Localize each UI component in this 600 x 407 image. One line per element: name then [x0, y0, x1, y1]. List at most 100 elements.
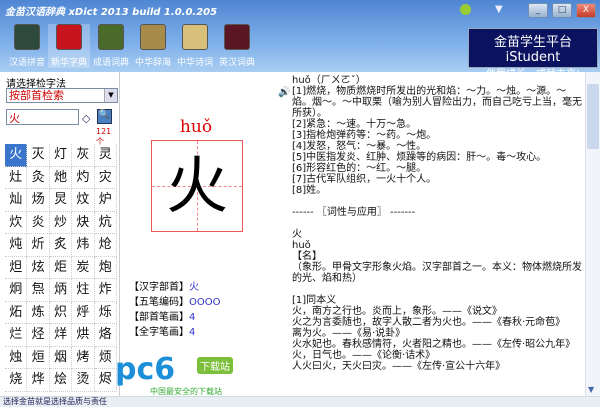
method-value: 按部首检索: [9, 89, 64, 102]
char-cell[interactable]: 烀: [72, 301, 95, 324]
menu-dropdown-icon[interactable]: ▼: [495, 4, 503, 15]
toolbar-label: 汉语拼音: [8, 58, 45, 68]
watermark-logo: pc6: [115, 352, 176, 387]
char-cell[interactable]: 灾: [94, 166, 117, 189]
char-cell[interactable]: 炝: [94, 234, 117, 257]
char-cell[interactable]: 炕: [94, 211, 117, 234]
char-cell[interactable]: 烟: [49, 346, 73, 369]
char-cell[interactable]: 烧: [5, 369, 28, 392]
minimize-button[interactable]: _: [528, 3, 548, 18]
char-cell[interactable]: 烫: [72, 369, 95, 392]
char-cell[interactable]: 烊: [49, 324, 73, 347]
char-cell[interactable]: 烛: [5, 346, 28, 369]
scroll-down-icon[interactable]: ▼: [588, 385, 594, 394]
char-cell[interactable]: 炅: [49, 189, 73, 212]
maximize-button[interactable]: □: [552, 3, 572, 18]
char-cell[interactable]: 炳: [49, 279, 73, 302]
character-box: 火: [151, 140, 243, 232]
char-cell[interactable]: 灺: [49, 166, 73, 189]
search-input[interactable]: 火: [6, 109, 79, 125]
char-cell[interactable]: 炎: [27, 211, 50, 234]
title-bar: 金苗汉语辞典 xDict 2013 build 1.0.0.205 ▼ _ □ …: [0, 0, 600, 80]
char-cell[interactable]: 灰: [72, 144, 95, 167]
char-cell[interactable]: 烤: [72, 346, 95, 369]
dictionary-icon: [56, 24, 82, 50]
char-cell[interactable]: 灶: [5, 166, 28, 189]
info-row: 【五笔编码】OOOO: [129, 293, 220, 308]
char-cell[interactable]: 火: [5, 144, 28, 167]
eraser-icon[interactable]: ◇: [82, 112, 90, 125]
char-cell[interactable]: 炻: [5, 301, 28, 324]
toolbar-label: 中华辞海: [134, 58, 171, 68]
toolbar-item[interactable]: 新华字典: [48, 24, 90, 68]
char-cell[interactable]: 炆: [72, 189, 95, 212]
char-cell[interactable]: 灼: [72, 166, 95, 189]
toolbar-label: 新华字典: [50, 58, 87, 68]
istudent-banner[interactable]: 金苗学生平台iStudent 伴我成长，成就未来!: [468, 28, 598, 80]
dictionary-icon: [224, 24, 250, 50]
method-select[interactable]: 按部首检索 ▼: [6, 88, 118, 103]
char-cell[interactable]: 灭: [27, 144, 50, 167]
char-cell[interactable]: 烜: [27, 346, 50, 369]
char-cell[interactable]: 炽: [49, 301, 73, 324]
char-cell[interactable]: 烨: [27, 369, 50, 392]
char-cell[interactable]: 烩: [49, 369, 73, 392]
char-cell[interactable]: 烦: [94, 346, 117, 369]
char-cell[interactable]: 炊: [5, 211, 28, 234]
toolbar-label: 英汉词典: [218, 58, 255, 68]
char-cell[interactable]: 灵: [94, 144, 117, 167]
banner-title: 金苗学生平台iStudent: [493, 35, 572, 65]
char-cell[interactable]: 炰: [27, 279, 50, 302]
pinyin: huǒ: [179, 117, 213, 137]
info-label: 【部首笔画】: [129, 312, 189, 323]
char-cell[interactable]: 炀: [27, 189, 50, 212]
char-cell[interactable]: 炘: [27, 234, 50, 257]
char-cell[interactable]: 烘: [72, 324, 95, 347]
toolbar-item[interactable]: 汉语拼音: [6, 24, 48, 68]
scroll-thumb[interactable]: [587, 84, 599, 149]
char-cell[interactable]: 炉: [94, 189, 117, 212]
char-cell[interactable]: 炖: [5, 234, 28, 257]
char-cell[interactable]: 炬: [49, 256, 73, 279]
chevron-down-icon[interactable]: ▼: [104, 89, 117, 102]
char-cell[interactable]: 炸: [94, 279, 117, 302]
char-cell[interactable]: 炙: [49, 234, 73, 257]
speaker-icon[interactable]: 🔊: [278, 87, 290, 98]
char-cell[interactable]: 烙: [94, 324, 117, 347]
char-cell[interactable]: 烁: [94, 301, 117, 324]
info-value: 4: [189, 312, 196, 323]
toolbar-item[interactable]: 英汉词典: [216, 24, 258, 68]
char-cell[interactable]: 烃: [27, 324, 50, 347]
close-button[interactable]: X: [576, 3, 596, 18]
char-cell[interactable]: 炭: [72, 256, 95, 279]
info-label: 【汉字部首】: [129, 282, 189, 293]
char-cell[interactable]: 烬: [94, 369, 117, 392]
toolbar-label: 成语词典: [92, 58, 129, 68]
toolbar-item[interactable]: 成语词典: [90, 24, 132, 68]
char-cell[interactable]: 炯: [5, 279, 28, 302]
char-cell[interactable]: 炒: [49, 211, 73, 234]
char-cell[interactable]: 灸: [27, 166, 50, 189]
char-cell[interactable]: 炫: [27, 256, 50, 279]
info-value: 火: [189, 282, 199, 293]
char-cell[interactable]: 炔: [72, 211, 95, 234]
status-bar: 选择金苗就是选择品质与责任: [0, 396, 600, 407]
search-button[interactable]: 🔍: [97, 109, 112, 124]
info-value: 4: [189, 327, 196, 338]
character-grid: 火灭灯灰灵灶灸灺灼灾灿炀炅炆炉炊炎炒炔炕炖炘炙炜炝炟炫炬炭炮炯炰炳炷炸炻炼炽烀烁…: [5, 144, 117, 392]
char-cell[interactable]: 灿: [5, 189, 28, 212]
char-cell[interactable]: 炟: [5, 256, 28, 279]
char-cell[interactable]: 炮: [94, 256, 117, 279]
window-title: 金苗汉语辞典 xDict 2013 build 1.0.0.205: [5, 7, 218, 18]
toolbar-item[interactable]: 中华诗词: [174, 24, 216, 68]
info-row: 【汉字部首】火: [129, 278, 199, 293]
info-row: 【部首笔画】4: [129, 308, 195, 323]
skin-icon[interactable]: [460, 4, 471, 15]
char-cell[interactable]: 炜: [72, 234, 95, 257]
char-cell[interactable]: 炼: [27, 301, 50, 324]
char-cell[interactable]: 烂: [5, 324, 28, 347]
char-cell[interactable]: 炷: [72, 279, 95, 302]
toolbar-item[interactable]: 中华辞海: [132, 24, 174, 68]
char-cell[interactable]: 灯: [49, 144, 73, 167]
vertical-scrollbar[interactable]: ▼: [585, 72, 600, 397]
